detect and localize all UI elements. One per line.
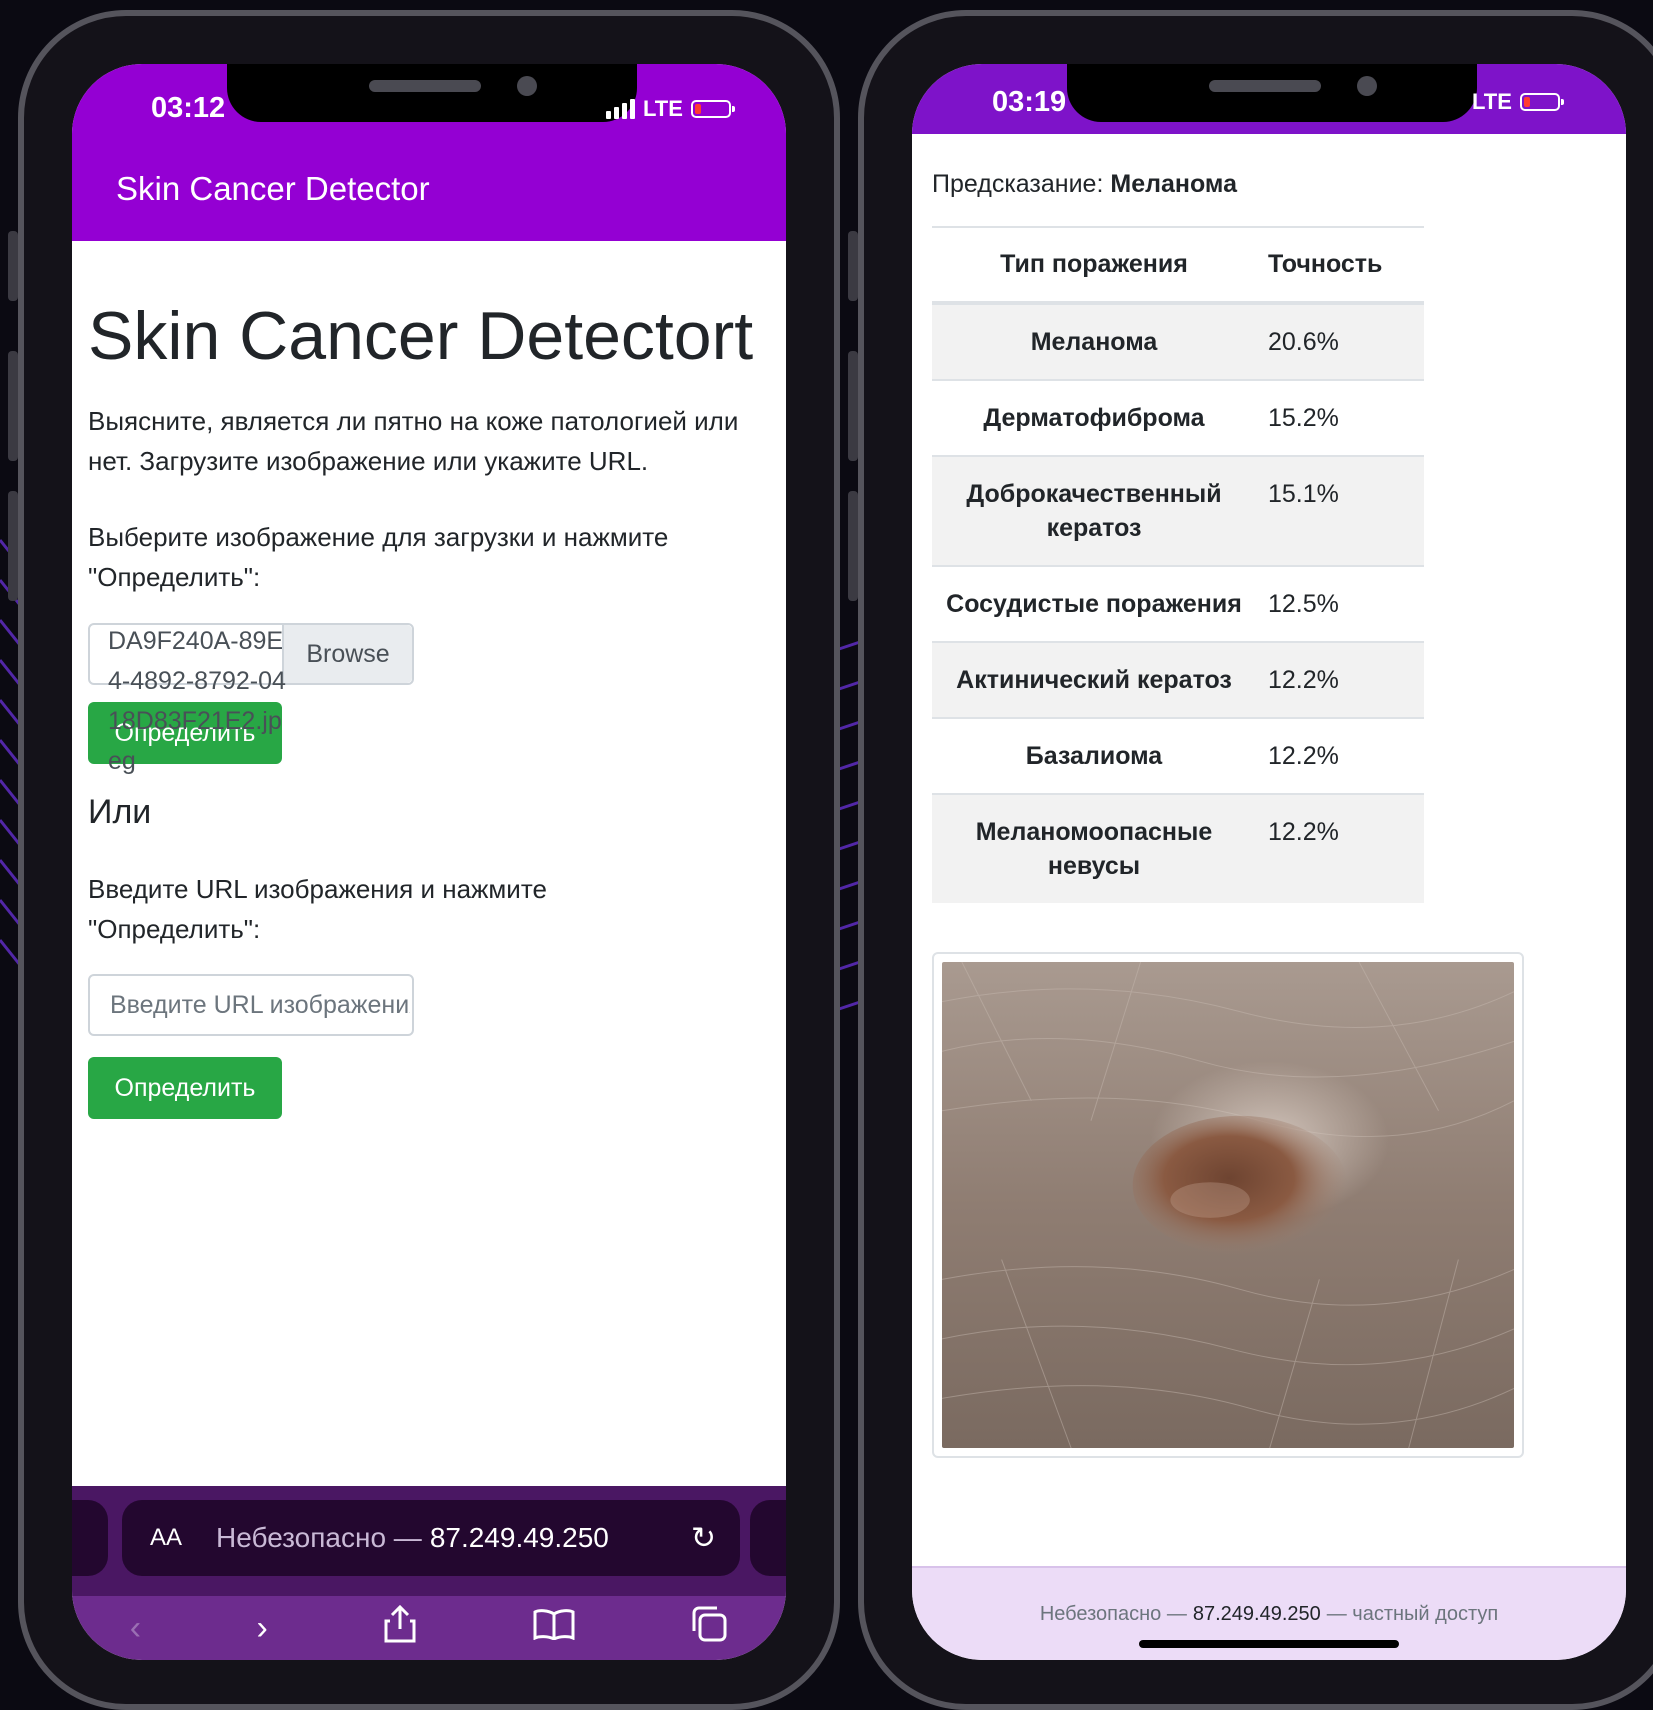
browse-button[interactable]: Browse — [282, 625, 412, 683]
notch — [1067, 64, 1477, 122]
status-indicators: LTE — [1472, 89, 1564, 115]
skin-lesion-image — [942, 962, 1514, 1448]
forward-icon[interactable]: › — [257, 1609, 268, 1648]
detect-url-button[interactable]: Определить — [88, 1057, 282, 1119]
prediction-line: Предсказание: Меланома — [932, 170, 1237, 199]
tabs-icon[interactable] — [690, 1605, 728, 1652]
battery-icon — [1519, 93, 1564, 111]
cell-accuracy: 12.2% — [1256, 717, 1424, 794]
network-label: LTE — [1472, 89, 1512, 114]
side-button-3 — [848, 491, 858, 601]
volume-button — [8, 231, 18, 301]
footer-insecure: Небезопасно — — [1039, 1602, 1187, 1625]
or-heading: Или — [88, 793, 152, 831]
prediction-label: Предсказание: — [932, 170, 1104, 198]
header-type: Тип поражения — [932, 226, 1256, 305]
table-row: Меланома 20.6% — [932, 302, 1424, 380]
status-indicators: LTE — [606, 96, 735, 122]
notch — [227, 64, 637, 122]
cell-accuracy: 15.2% — [1256, 379, 1424, 456]
status-time: 03:12 — [151, 92, 226, 124]
cell-type: Меланомоопасные невусы — [932, 793, 1256, 903]
address-bar[interactable]: AA Небезопасно — 87.249.49.250 ↻ — [122, 1500, 740, 1576]
cell-accuracy: 12.5% — [1256, 565, 1424, 642]
table-row: Дерматофиброма 15.2% — [932, 379, 1424, 456]
side-button — [848, 231, 858, 301]
prev-tab-pill[interactable] — [72, 1500, 108, 1576]
table-header-row: Тип поражения Точность — [932, 226, 1424, 305]
speaker — [369, 80, 481, 92]
left-screen: Skin Cancer Detector 03:12 LTE Skin Canc… — [72, 64, 786, 1660]
cell-type: Базалиома — [932, 717, 1256, 794]
table-row: Базалиома 12.2% — [932, 717, 1424, 794]
cell-accuracy: 20.6% — [1256, 302, 1424, 380]
footer-address: 87.249.49.250 — [1192, 1602, 1321, 1625]
text-size-button[interactable]: AA — [150, 1524, 210, 1552]
table-row: Доброкачественный кератоз 15.1% — [932, 455, 1424, 566]
signal-icon — [606, 99, 635, 119]
cell-type: Актинический кератоз — [932, 641, 1256, 718]
upload-prompt: Выберите изображение для загрузки и нажм… — [88, 522, 669, 592]
bookmarks-icon[interactable] — [533, 1608, 575, 1649]
url-prompt: Введите URL изображения и нажмите "Опред… — [88, 874, 547, 944]
cell-accuracy: 12.2% — [1256, 641, 1424, 718]
browser-footer[interactable]: Небезопасно — 87.249.49.250 — частный до… — [912, 1566, 1626, 1660]
side-button-2 — [848, 351, 858, 461]
cell-type: Меланома — [932, 302, 1256, 380]
speaker — [1209, 80, 1321, 92]
cell-accuracy: 12.2% — [1256, 793, 1424, 903]
cell-type: Дерматофиброма — [932, 379, 1256, 456]
page-title: Skin Cancer Detectort — [88, 298, 754, 374]
selected-file-name: DA9F240A-89E4-4892-8792-0418D83F21E2.jpe… — [108, 627, 286, 775]
camera — [1357, 76, 1377, 96]
url-input[interactable] — [88, 974, 414, 1036]
browser-toolbar: AA Небезопасно — 87.249.49.250 ↻ ‹ › — [72, 1486, 786, 1660]
browser-nav: ‹ › — [72, 1596, 786, 1660]
results-table: Тип поражения Точность Меланома 20.6% Де… — [932, 226, 1424, 903]
camera — [517, 76, 537, 96]
battery-icon — [690, 100, 735, 118]
table-row: Сосудистые поражения 12.5% — [932, 565, 1424, 642]
cell-type: Доброкачественный кератоз — [932, 455, 1256, 566]
network-label: LTE — [643, 96, 683, 121]
reload-icon[interactable]: ↻ — [691, 1521, 716, 1556]
address-text: 87.249.49.250 — [429, 1522, 609, 1553]
address-bar-area: AA Небезопасно — 87.249.49.250 ↻ — [72, 1486, 786, 1596]
navbar-brand[interactable]: Skin Cancer Detector — [116, 170, 430, 208]
table-row: Меланомоопасные невусы 12.2% — [932, 793, 1424, 903]
cell-accuracy: 15.1% — [1256, 455, 1424, 566]
insecure-label: Небезопасно — — [216, 1522, 422, 1553]
intro-text: Выясните, является ли пятно на коже пато… — [88, 406, 739, 476]
back-icon[interactable]: ‹ — [130, 1609, 141, 1648]
right-screen: 03:19 LTE Предсказание: Меланома Тип пор… — [912, 64, 1626, 1660]
right-phone: 03:19 LTE Предсказание: Меланома Тип пор… — [848, 10, 1653, 1710]
share-icon[interactable] — [383, 1604, 417, 1652]
footer-suffix: — частный доступ — [1326, 1602, 1499, 1625]
uploaded-image-frame — [932, 952, 1524, 1458]
header-accuracy: Точность — [1256, 226, 1424, 305]
prediction-value: Меланома — [1110, 170, 1237, 198]
volume-down-button — [8, 491, 18, 601]
volume-up-button — [8, 351, 18, 461]
home-indicator[interactable] — [1139, 1640, 1399, 1648]
cell-type: Сосудистые поражения — [932, 565, 1256, 642]
left-phone: Skin Cancer Detector 03:12 LTE Skin Canc… — [8, 10, 840, 1710]
status-time: 03:19 — [992, 86, 1067, 118]
table-row: Актинический кератоз 12.2% — [932, 641, 1424, 718]
next-tab-pill[interactable] — [750, 1500, 786, 1576]
